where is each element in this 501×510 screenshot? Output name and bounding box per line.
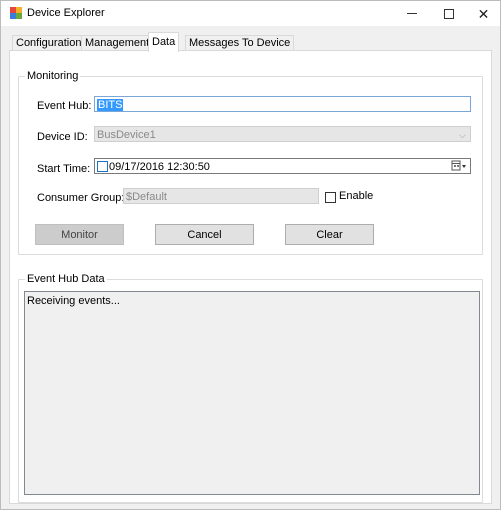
tab-messages-to-device[interactable]: Messages To Device <box>185 35 295 51</box>
minimize-icon <box>406 13 417 14</box>
device-id-value: BusDevice1 <box>97 129 156 141</box>
event-hub-input[interactable]: BITS <box>94 96 471 112</box>
maximize-button[interactable] <box>431 1 466 26</box>
tab-configuration[interactable]: Configuration <box>12 35 86 51</box>
event-hub-data-group-label: Event Hub Data <box>25 273 107 285</box>
chevron-down-icon: ⌵ <box>459 130 466 140</box>
start-time-label: Start Time: <box>37 163 91 175</box>
cancel-button[interactable]: Cancel <box>155 224 254 245</box>
tab-management[interactable]: Management <box>81 35 154 51</box>
tab-data[interactable]: Data <box>148 32 180 52</box>
close-icon: ✕ <box>477 5 490 22</box>
tab-panel-data: Monitoring Event Hub: BITS Device ID: Bu… <box>9 50 492 504</box>
window-title: Device Explorer <box>27 7 105 19</box>
consumer-group-value: $Default <box>126 191 167 203</box>
event-hub-data-textbox[interactable]: Receiving events... <box>24 291 480 495</box>
maximize-icon <box>443 8 454 19</box>
consumer-group-input[interactable]: $Default <box>123 188 319 204</box>
device-id-label: Device ID: <box>37 131 88 143</box>
enable-label: Enable <box>339 190 374 202</box>
start-time-picker[interactable]: 09/17/2016 12:30:50 <box>94 158 471 174</box>
consumer-group-label: Consumer Group: <box>37 192 125 204</box>
device-explorer-window: Device Explorer ✕ Configuration Manageme… <box>0 0 501 510</box>
device-id-combobox[interactable]: BusDevice1 ⌵ <box>94 126 471 142</box>
event-hub-label: Event Hub: <box>37 100 92 112</box>
enable-checkbox[interactable] <box>325 192 336 203</box>
start-time-value: 09/17/2016 12:30:50 <box>109 161 210 173</box>
start-time-checkbox[interactable] <box>97 161 108 172</box>
monitoring-group-label: Monitoring <box>25 70 81 82</box>
close-button[interactable]: ✕ <box>466 1 500 26</box>
event-hub-value: BITS <box>97 99 124 111</box>
event-hub-data-text: Receiving events... <box>27 295 120 307</box>
title-bar: Device Explorer ✕ <box>1 1 500 26</box>
clear-button[interactable]: Clear <box>285 224 374 245</box>
monitoring-group: Monitoring Event Hub: BITS Device ID: Bu… <box>18 70 483 255</box>
calendar-dropdown-icon[interactable] <box>451 160 467 172</box>
monitor-button[interactable]: Monitor <box>35 224 124 245</box>
app-icon <box>9 6 23 20</box>
minimize-button[interactable] <box>394 1 429 26</box>
